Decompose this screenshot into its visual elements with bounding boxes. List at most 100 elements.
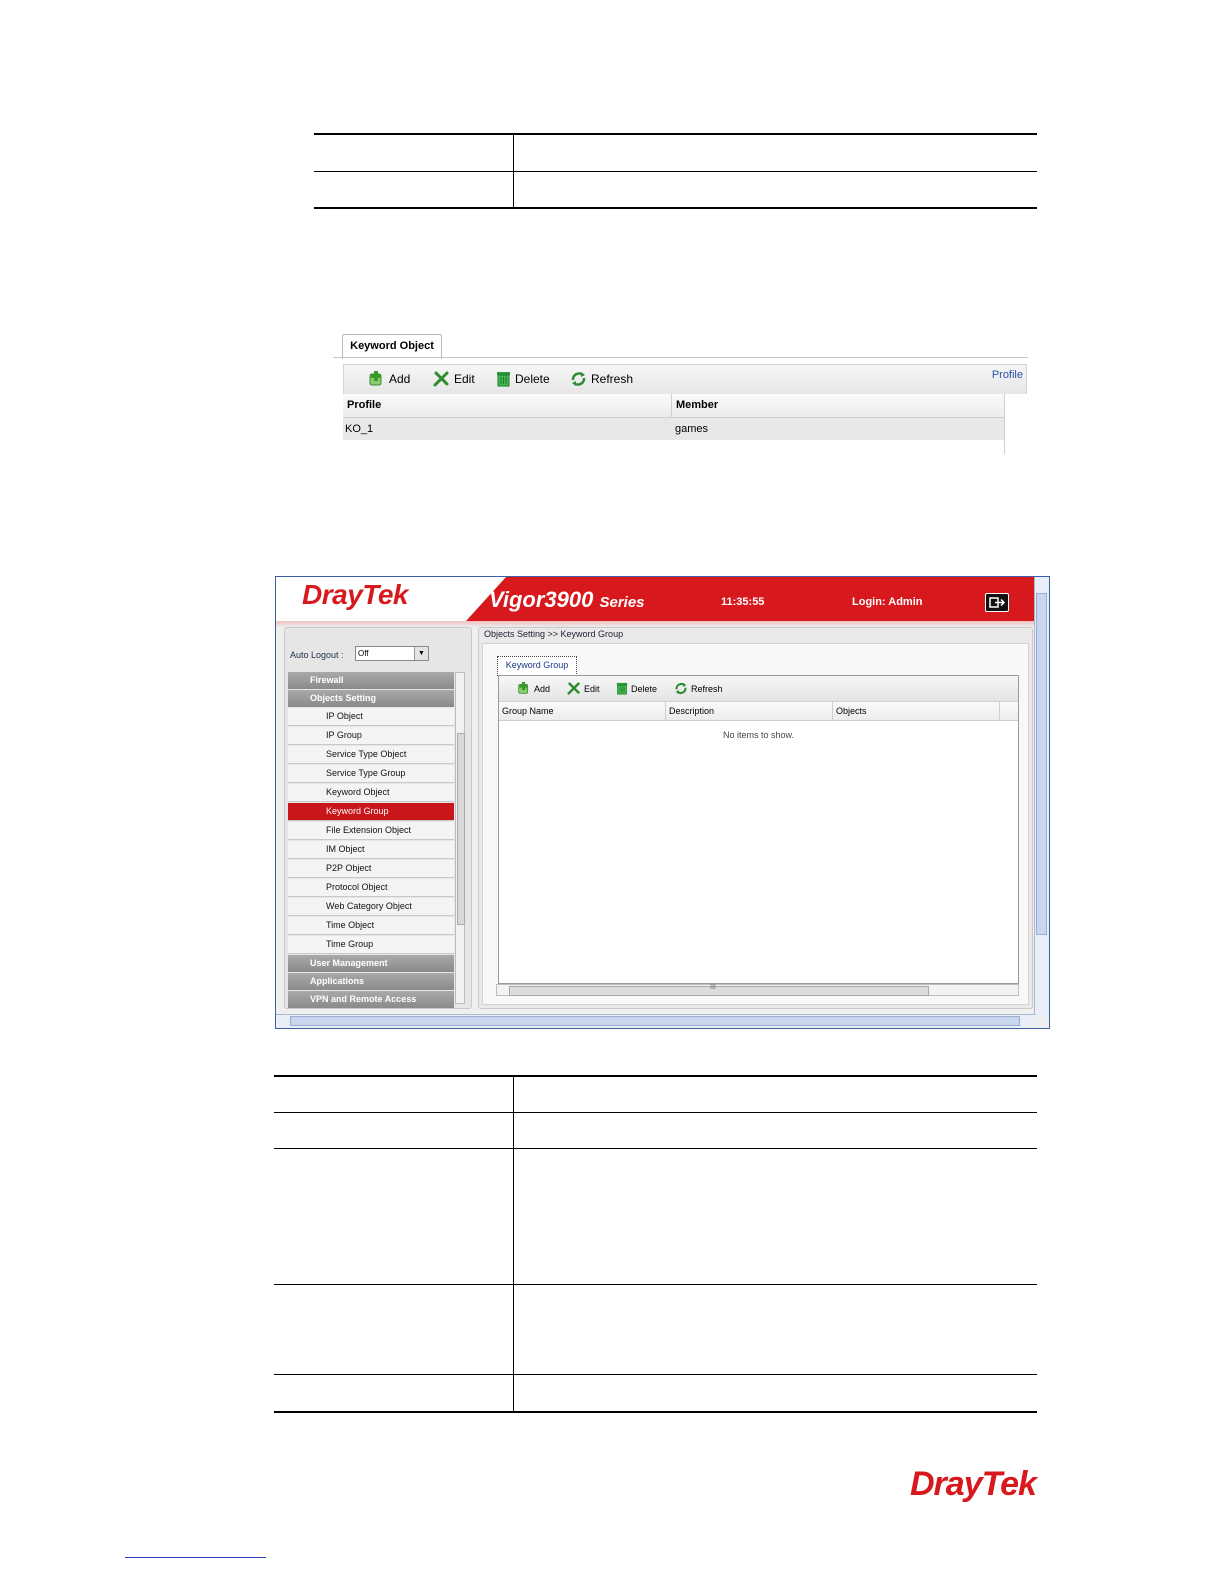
table-scrollbar[interactable] <box>1004 394 1027 454</box>
delete-label: Delete <box>515 372 550 386</box>
series-label: Series <box>599 594 645 611</box>
auto-logout-value: Off <box>358 649 369 658</box>
refresh-label: Refresh <box>691 683 723 694</box>
column-header-profile[interactable]: Profile <box>347 399 381 411</box>
sidebar-item-applications[interactable]: Applications <box>288 973 454 990</box>
sidebar-item-time-object[interactable]: Time Object <box>288 917 454 935</box>
delete-button[interactable]: Delete <box>496 371 550 387</box>
refresh-button[interactable]: Refresh <box>674 682 723 695</box>
model-label: Vigor3900 <box>489 587 594 612</box>
column-divider <box>671 394 672 417</box>
sidebar-item-time-group[interactable]: Time Group <box>288 936 454 954</box>
keyword-object-figure: Keyword Object Add Edit Delete Refresh P… <box>333 322 1036 454</box>
scrollbar-thumb[interactable] <box>290 1016 1020 1026</box>
keyword-group-grid: Add Edit Delete Refresh Group Name Descr… <box>498 675 1019 984</box>
sidebar-item-objects-setting[interactable]: Objects Setting <box>288 690 454 707</box>
edit-icon <box>433 371 449 387</box>
table-rule <box>274 1075 1037 1077</box>
column-header-description[interactable]: Description <box>666 702 833 720</box>
grid-header: Group Name Description Objects <box>499 702 1018 721</box>
refresh-icon <box>571 372 586 386</box>
delete-button[interactable]: Delete <box>616 682 657 695</box>
window-horizontal-scrollbar[interactable] <box>276 1014 1036 1028</box>
sidebar-scrollbar[interactable] <box>455 672 465 1004</box>
table-header: Profile Member <box>343 394 1027 418</box>
edit-icon <box>567 682 580 695</box>
sidebar-item-im-object[interactable]: IM Object <box>288 841 454 859</box>
table-row[interactable]: KO_1 games <box>343 418 1004 440</box>
logout-button[interactable] <box>985 593 1009 612</box>
trash-icon <box>616 682 628 695</box>
edit-label: Edit <box>454 372 475 386</box>
sidebar-item-vpn-remote-access[interactable]: VPN and Remote Access <box>288 991 454 1008</box>
table-rule <box>314 207 1037 209</box>
sidebar-item-firewall[interactable]: Firewall <box>288 672 454 689</box>
table-divider <box>513 133 514 209</box>
footer-draytek-logo: DrayTek <box>910 1465 1037 1503</box>
sidebar-item-web-category-object[interactable]: Web Category Object <box>288 898 454 916</box>
sidebar-menu: Firewall Objects Setting IP Object IP Gr… <box>288 672 454 1009</box>
sidebar-item-ip-object[interactable]: IP Object <box>288 708 454 726</box>
table-rule <box>314 133 1037 135</box>
table-rule <box>274 1374 1037 1375</box>
sidebar-item-user-management[interactable]: User Management <box>288 955 454 972</box>
vigor-screenshot: DrayTek Vigor3900 Series 11:35:55 Login:… <box>275 576 1050 1029</box>
add-button[interactable]: Add <box>517 682 550 695</box>
column-header-objects[interactable]: Objects <box>833 702 1000 720</box>
sidebar-item-keyword-object[interactable]: Keyword Object <box>288 784 454 802</box>
sidebar: Auto Logout : Off ▼ Firewall Objects Set… <box>284 627 472 1009</box>
table-divider <box>513 1075 514 1413</box>
column-header-member[interactable]: Member <box>676 399 718 411</box>
trash-icon <box>497 372 510 387</box>
cell-profile: KO_1 <box>345 423 374 435</box>
window-vertical-scrollbar[interactable] <box>1034 577 1049 1017</box>
table-rule <box>274 1284 1037 1285</box>
tab-underline <box>333 357 1028 358</box>
auto-logout-select[interactable]: Off ▼ <box>355 646 429 661</box>
refresh-icon <box>675 682 687 695</box>
scrollbar-thumb[interactable]: III <box>509 984 929 996</box>
sidebar-item-p2p-object[interactable]: P2P Object <box>288 860 454 878</box>
grid-horizontal-scrollbar[interactable]: III <box>496 984 1019 996</box>
table-rule <box>274 1411 1037 1413</box>
add-button[interactable]: Add <box>368 371 410 387</box>
sidebar-item-protocol-object[interactable]: Protocol Object <box>288 879 454 897</box>
login-status: Login: Admin <box>852 596 923 608</box>
column-header-group-name[interactable]: Group Name <box>499 702 666 720</box>
scrollbar-thumb[interactable] <box>457 733 465 925</box>
toolbar: Add Edit Delete Refresh Profile <box>343 364 1027 395</box>
draytek-logo: DrayTek <box>302 579 408 610</box>
tab-keyword-object[interactable]: Keyword Object <box>342 334 442 359</box>
auto-logout-label: Auto Logout : <box>290 650 344 660</box>
delete-label: Delete <box>631 683 658 694</box>
clock: 11:35:55 <box>721 596 765 608</box>
main-panel: Objects Setting >> Keyword Group Keyword… <box>478 627 1033 1009</box>
sidebar-item-ip-group[interactable]: IP Group <box>288 727 454 745</box>
edit-button[interactable]: Edit <box>433 371 475 387</box>
content-panel: Keyword Group Add Edit Delete Refresh Gr… <box>482 643 1029 1005</box>
breadcrumb: Objects Setting >> Keyword Group <box>484 629 624 639</box>
model-name: Vigor3900 Series <box>489 587 645 613</box>
scrollbar-thumb[interactable] <box>1036 593 1047 935</box>
tab-keyword-group[interactable]: Keyword Group <box>497 656 577 676</box>
edit-button[interactable]: Edit <box>567 682 600 695</box>
footer-underline <box>125 1557 266 1558</box>
sidebar-item-service-type-object[interactable]: Service Type Object <box>288 746 454 764</box>
logout-icon <box>989 597 1006 608</box>
table-rule <box>274 1112 1037 1113</box>
chevron-down-icon: ▼ <box>414 647 428 660</box>
profile-link[interactable]: Profile <box>992 369 1023 381</box>
refresh-button[interactable]: Refresh <box>570 371 633 387</box>
sidebar-item-keyword-group[interactable]: Keyword Group <box>288 803 454 821</box>
table-rule <box>314 171 1037 172</box>
sidebar-item-service-type-group[interactable]: Service Type Group <box>288 765 454 783</box>
edit-label: Edit <box>584 683 600 694</box>
add-label: Add <box>534 683 551 694</box>
sidebar-item-file-extension-object[interactable]: File Extension Object <box>288 822 454 840</box>
empty-message: No items to show. <box>722 730 795 740</box>
add-label: Add <box>389 372 411 386</box>
grid-toolbar: Add Edit Delete Refresh <box>499 676 1018 702</box>
add-icon <box>518 682 529 694</box>
add-icon <box>369 371 382 386</box>
scroll-grip: III <box>710 984 716 991</box>
